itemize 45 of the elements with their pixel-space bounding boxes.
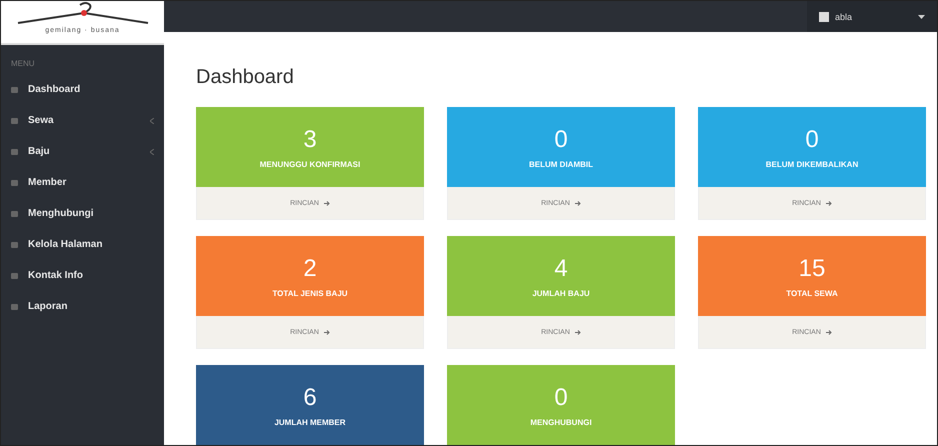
caret-icon <box>918 14 925 18</box>
stat-value: 0 <box>805 126 819 154</box>
sidebar-item[interactable]: Kontak Info <box>1 260 164 291</box>
menu-icon <box>11 180 18 186</box>
stat-label: MENGHUBUNGI <box>530 418 592 426</box>
stat-value: 4 <box>554 254 568 282</box>
chevron-icon <box>150 118 154 124</box>
arrow-icon <box>324 330 330 334</box>
arrow-icon <box>324 200 330 206</box>
menu-icon <box>11 86 18 92</box>
stat-label: BELUM DIKEMBALIKAN <box>766 160 858 168</box>
menu-icon <box>11 304 18 310</box>
stat-value: 0 <box>554 126 568 154</box>
arrow-icon <box>574 330 581 334</box>
sidebar-item[interactable]: Sewa <box>1 105 164 136</box>
menu-icon <box>11 242 18 248</box>
stat-label: TOTAL JENIS BAJU <box>272 288 348 298</box>
arrow-icon <box>574 200 581 206</box>
chevron-icon <box>150 148 154 154</box>
stat-label: JUMLAH BAJU <box>532 288 590 298</box>
stat-value: 2 <box>303 254 317 282</box>
arrow-icon <box>826 200 832 206</box>
menu-icon <box>11 118 18 124</box>
menu-icon <box>11 272 18 278</box>
menu-icon <box>11 148 18 154</box>
user-avatar-icon <box>819 12 829 22</box>
stat-label: BELUM DIAMBIL <box>529 160 593 168</box>
sidebar-item[interactable]: Menghubungi <box>1 198 164 229</box>
sidebar-item[interactable]: Dashboard <box>1 74 164 105</box>
stat-value: 15 <box>798 254 826 282</box>
stat-value: 6 <box>303 384 317 412</box>
sidebar-item[interactable]: Member <box>1 167 164 198</box>
sidebar-item[interactable]: Baju <box>1 136 164 167</box>
stat-value: 3 <box>303 126 317 154</box>
menu-heading: MENU <box>10 58 36 70</box>
stat-value: 0 <box>554 384 568 412</box>
user-menu[interactable]: abla <box>807 1 937 32</box>
stat-label: JUMLAH MEMBER <box>274 418 346 426</box>
stat-label: TOTAL SEWA <box>786 288 838 298</box>
sidebar-item[interactable]: Kelola Halaman <box>1 229 164 260</box>
stat-label: MENUNGGU KONFIRMASI <box>260 160 360 168</box>
menu-icon <box>11 210 18 216</box>
sidebar-item[interactable]: Laporan <box>1 291 164 322</box>
arrow-icon <box>826 330 832 334</box>
page-title: Dashboard <box>196 66 295 89</box>
